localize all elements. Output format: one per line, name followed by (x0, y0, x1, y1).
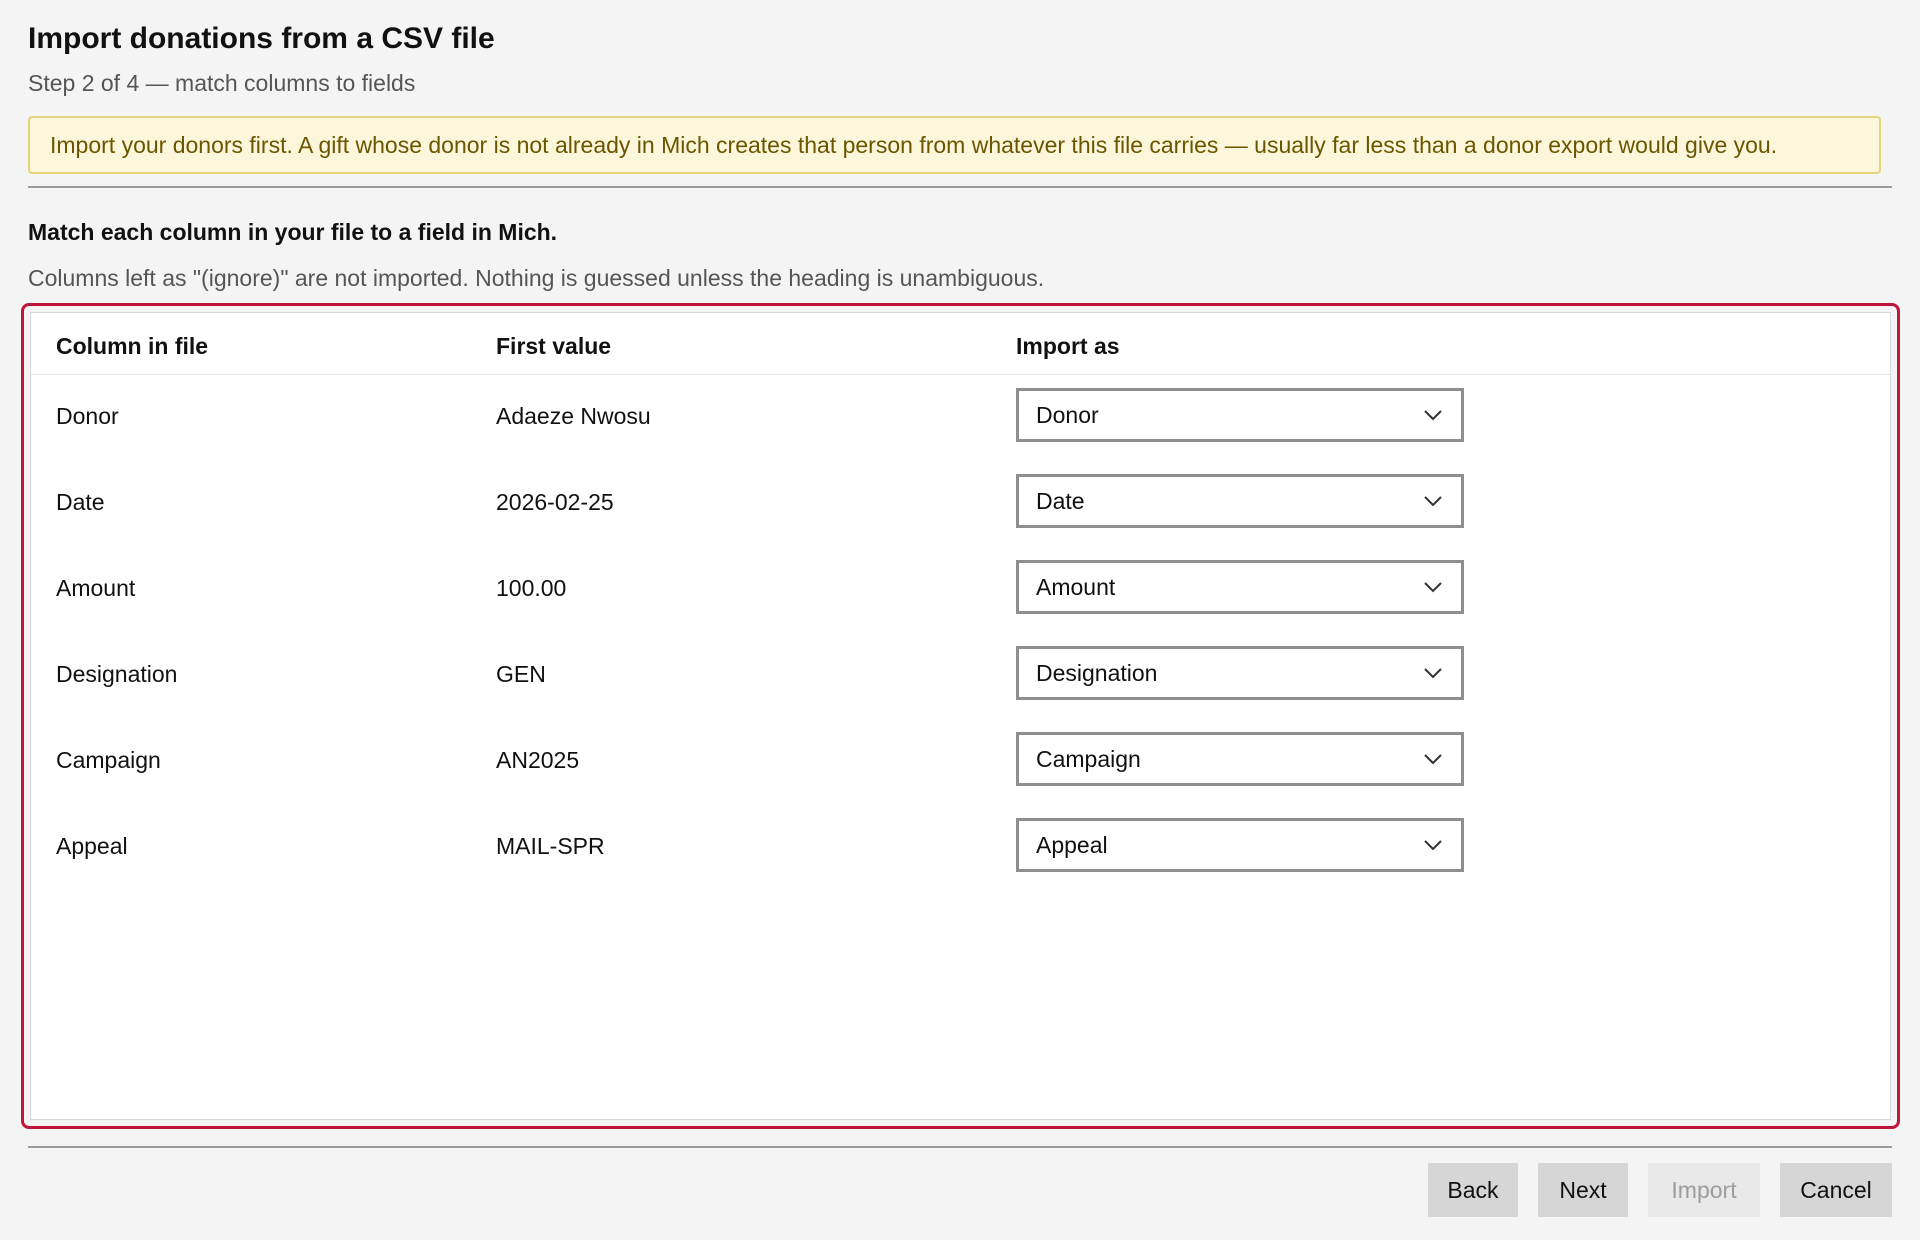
cell-first-value: 100.00 (496, 575, 567, 601)
table-row: Donor Adaeze Nwosu Donor (31, 375, 1890, 461)
cell-column-name: Donor (56, 403, 119, 429)
cell-column-name: Date (56, 489, 105, 515)
cell-column-name: Amount (56, 575, 136, 601)
section-hint: Columns left as "(ignore)" are not impor… (28, 265, 1045, 291)
divider-bottom (28, 1146, 1892, 1148)
step-indicator: Step 2 of 4 — match columns to fields (28, 70, 416, 96)
cell-column-name: Campaign (56, 747, 161, 773)
warning-banner: Import your donors first. A gift whose d… (28, 116, 1881, 174)
warning-banner-text: Import your donors first. A gift whose d… (50, 131, 1778, 158)
header-import-as: Import as (1016, 333, 1120, 359)
table-row: Amount 100.00 Amount (31, 547, 1890, 633)
chevron-down-icon (1424, 582, 1442, 593)
import-button[interactable]: Import (1648, 1163, 1760, 1217)
select-value: Designation (1036, 659, 1158, 686)
cell-column-name: Designation (56, 661, 178, 687)
select-value: Date (1036, 487, 1085, 514)
cell-first-value: GEN (496, 661, 546, 687)
select-value: Donor (1036, 401, 1099, 428)
divider-top (28, 186, 1892, 188)
cell-column-name: Appeal (56, 833, 128, 859)
table-row: Campaign AN2025 Campaign (31, 719, 1890, 805)
header-column-in-file: Column in file (56, 333, 209, 359)
cell-first-value: Adaeze Nwosu (496, 403, 651, 429)
mapping-grid-focus-frame: Column in file First value Import as Don… (21, 303, 1900, 1129)
chevron-down-icon (1424, 668, 1442, 679)
import-as-select[interactable]: Date (1016, 474, 1464, 528)
select-value: Campaign (1036, 745, 1141, 772)
back-button[interactable]: Back (1428, 1163, 1518, 1217)
column-mapping-grid[interactable]: Column in file First value Import as Don… (30, 312, 1891, 1120)
select-value: Appeal (1036, 831, 1108, 858)
import-as-select[interactable]: Campaign (1016, 732, 1464, 786)
cell-first-value: MAIL-SPR (496, 833, 605, 859)
import-as-select[interactable]: Designation (1016, 646, 1464, 700)
table-row: Designation GEN Designation (31, 633, 1890, 719)
import-wizard-page: Import donations from a CSV file Step 2 … (0, 0, 1920, 1240)
chevron-down-icon (1424, 410, 1442, 421)
chevron-down-icon (1424, 754, 1442, 765)
cancel-button[interactable]: Cancel (1780, 1163, 1892, 1217)
table-row: Date 2026-02-25 Date (31, 461, 1890, 547)
cell-first-value: AN2025 (496, 747, 580, 773)
import-as-select[interactable]: Donor (1016, 388, 1464, 442)
chevron-down-icon (1424, 496, 1442, 507)
import-as-select[interactable]: Appeal (1016, 818, 1464, 872)
select-value: Amount (1036, 573, 1116, 600)
section-heading: Match each column in your file to a fiel… (28, 219, 558, 245)
grid-header-row: Column in file First value Import as (31, 313, 1890, 375)
page-title: Import donations from a CSV file (28, 22, 495, 55)
header-first-value: First value (496, 333, 612, 359)
table-row: Appeal MAIL-SPR Appeal (31, 805, 1890, 891)
cell-first-value: 2026-02-25 (496, 489, 614, 515)
import-as-select[interactable]: Amount (1016, 560, 1464, 614)
next-button[interactable]: Next (1538, 1163, 1628, 1217)
chevron-down-icon (1424, 840, 1442, 851)
